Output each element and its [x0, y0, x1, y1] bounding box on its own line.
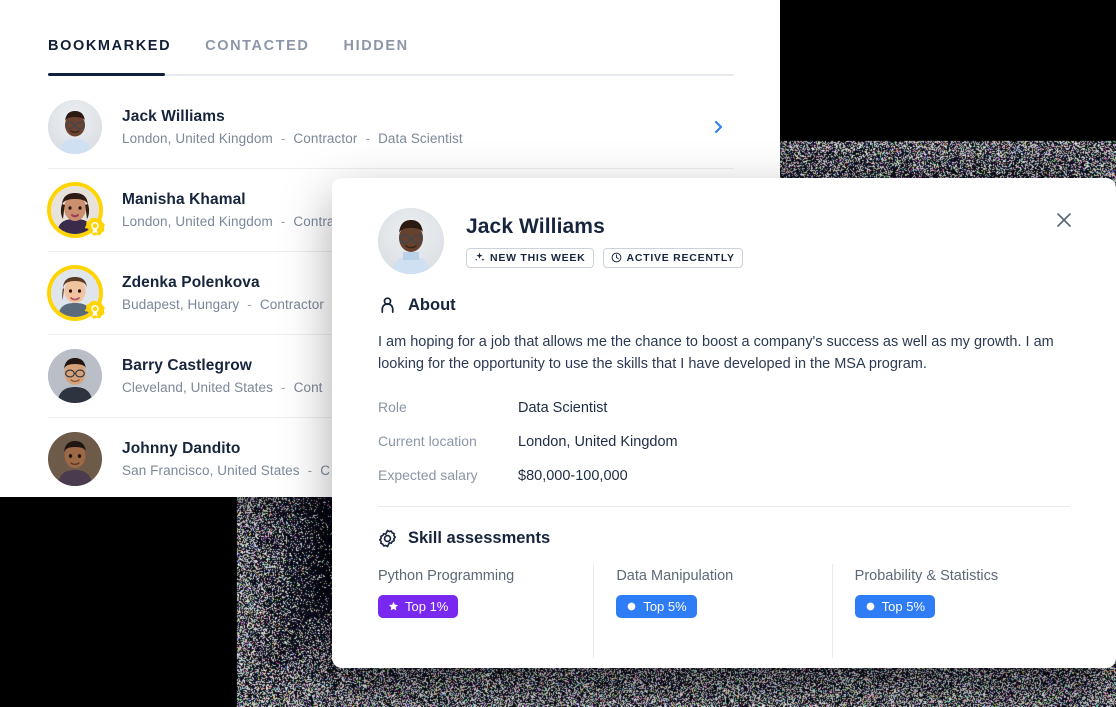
detail-rows: Role Data Scientist Current location London… — [378, 399, 1070, 484]
meta-separator: - — [307, 463, 313, 478]
about-section-title: About — [378, 296, 1070, 315]
verified-medal-icon — [84, 300, 106, 322]
skill-name: Data Manipulation — [616, 568, 734, 584]
avatar-wrapper — [48, 349, 102, 403]
skill-rank-label: Top 5% — [881, 599, 926, 614]
avatar — [48, 349, 102, 403]
skill-column: Probability & Statistics Top 5% — [833, 564, 1070, 658]
meta-separator: - — [281, 380, 286, 395]
list-item-text: Manisha Khamal London, United Kingdom - Con… — [122, 191, 357, 229]
detail-value: $80,000-100,000 — [518, 468, 628, 484]
page-title: Jack Williams — [466, 214, 605, 238]
tab-bar: BOOKMARKED CONTACTED HIDDEN — [48, 38, 734, 76]
skill-rank-badge: Top 5% — [854, 595, 936, 618]
list-item-meta: London, United Kingdom - Contractor — [122, 214, 357, 229]
status-badge-label: NEW THIS WEEK — [490, 251, 586, 264]
list-item-text: Jack Williams London, United Kingdom - Cont… — [122, 108, 463, 146]
meta-separator: - — [280, 214, 286, 229]
verified-medal-icon — [84, 217, 106, 239]
skills-title-label: Skill assessments — [408, 529, 551, 547]
list-item-text: Zdenka Polenkova Budapest, Hungary - Contra… — [122, 274, 324, 312]
tab-underline-active — [48, 73, 165, 76]
detail-row: Current location London, United Kingdom — [378, 433, 1070, 450]
meta-separator: - — [280, 131, 286, 146]
skill-name: Python Programming — [378, 568, 515, 584]
tab-bookmarked[interactable]: BOOKMARKED — [48, 38, 189, 68]
person-icon — [378, 296, 397, 315]
profile-header: Jack Williams NEW THIS WEEK ACTIVE RECENT… — [378, 208, 1070, 274]
meta-part: Budapest, Hungary — [122, 297, 240, 312]
meta-separator: - — [365, 131, 371, 146]
circle-icon — [865, 601, 876, 612]
status-badge-row: NEW THIS WEEK ACTIVE RECENTLY — [466, 247, 743, 268]
app-stage: BOOKMARKED CONTACTED HIDDEN Jack Williams L… — [0, 0, 1116, 707]
status-badge-label: ACTIVE RECENTLY — [626, 251, 735, 264]
list-item-meta: Budapest, Hungary - Contractor — [122, 297, 324, 312]
meta-part: London, United Kingdom — [122, 131, 273, 146]
avatar-wrapper — [48, 432, 102, 486]
detail-label: Role — [378, 399, 407, 415]
avatar-wrapper — [48, 183, 105, 237]
clock-icon — [611, 252, 622, 263]
meta-part: San Francisco, United States — [122, 463, 300, 478]
chevron-right-icon[interactable] — [710, 119, 726, 135]
skill-column: Python Programming Top 1% — [378, 564, 595, 658]
avatar — [378, 208, 444, 274]
sparkle-icon — [474, 252, 485, 263]
avatar — [48, 100, 102, 154]
detail-row: Expected salary $80,000-100,000 — [378, 467, 1070, 484]
skill-rank-badge: Top 1% — [378, 595, 459, 618]
list-item-name: Zdenka Polenkova — [122, 274, 260, 291]
about-title-label: About — [408, 296, 456, 314]
divider — [378, 506, 1070, 507]
meta-part: Cont — [293, 380, 323, 395]
avatar-wrapper — [48, 100, 102, 154]
skill-name: Probability & Statistics — [854, 568, 999, 584]
detail-row: Role Data Scientist — [378, 399, 1070, 416]
skills-section-title: Skill assessments — [378, 529, 1070, 548]
skill-rank-label: Top 5% — [643, 599, 687, 614]
meta-part: C — [320, 463, 331, 478]
list-item-name: Jack Williams — [122, 108, 225, 125]
star-icon — [388, 601, 399, 612]
candidate-detail-modal: Jack Williams NEW THIS WEEK ACTIVE RECENT… — [332, 178, 1116, 668]
status-badge: NEW THIS WEEK — [466, 247, 594, 268]
list-item-meta: London, United Kingdom - Contractor - Data S… — [122, 131, 463, 146]
list-item-name: Manisha Khamal — [122, 191, 246, 208]
skills-grid: Python Programming Top 1% Data Manipulatio… — [378, 564, 1070, 658]
status-badge: ACTIVE RECENTLY — [602, 247, 743, 268]
list-item-name: Johnny Dandito — [122, 440, 241, 457]
gear-icon — [378, 529, 397, 548]
profile-identity: Jack Williams NEW THIS WEEK ACTIVE RECENT… — [466, 215, 743, 268]
meta-part: Contractor — [293, 131, 358, 146]
modal-content: Jack Williams NEW THIS WEEK ACTIVE RECENT… — [332, 178, 1116, 658]
meta-part: London, United Kingdom — [122, 214, 273, 229]
detail-value: London, United Kingdom — [518, 434, 678, 450]
avatar-wrapper — [48, 266, 105, 320]
list-item-text: Barry Castlegrow Cleveland, United States… — [122, 357, 323, 395]
list-item-meta: San Francisco, United States - C — [122, 463, 330, 478]
close-icon[interactable] — [1052, 208, 1076, 232]
meta-part: Cleveland, United States — [122, 380, 273, 395]
detail-label: Current location — [378, 433, 477, 449]
meta-part: Contractor — [259, 297, 324, 312]
list-item-text: Johnny Dandito San Francisco, United Stat… — [122, 440, 330, 478]
list-item-name: Barry Castlegrow — [122, 357, 252, 374]
skill-rank-label: Top 1% — [405, 599, 449, 614]
about-body: I am hoping for a job that allows me the… — [378, 334, 1054, 372]
tab-hidden[interactable]: HIDDEN — [344, 38, 427, 68]
circle-icon — [626, 601, 637, 612]
detail-label: Expected salary — [378, 467, 478, 483]
avatar — [48, 432, 102, 486]
list-item[interactable]: Jack Williams London, United Kingdom - Cont… — [48, 86, 734, 169]
skill-rank-badge: Top 5% — [616, 595, 697, 618]
detail-value: Data Scientist — [518, 400, 608, 416]
list-item-meta: Cleveland, United States - Cont — [122, 380, 323, 395]
meta-part: Data Scientist — [378, 131, 463, 146]
skill-column: Data Manipulation Top 5% — [594, 564, 833, 658]
tab-contacted[interactable]: CONTACTED — [205, 38, 327, 68]
meta-separator: - — [247, 297, 252, 312]
